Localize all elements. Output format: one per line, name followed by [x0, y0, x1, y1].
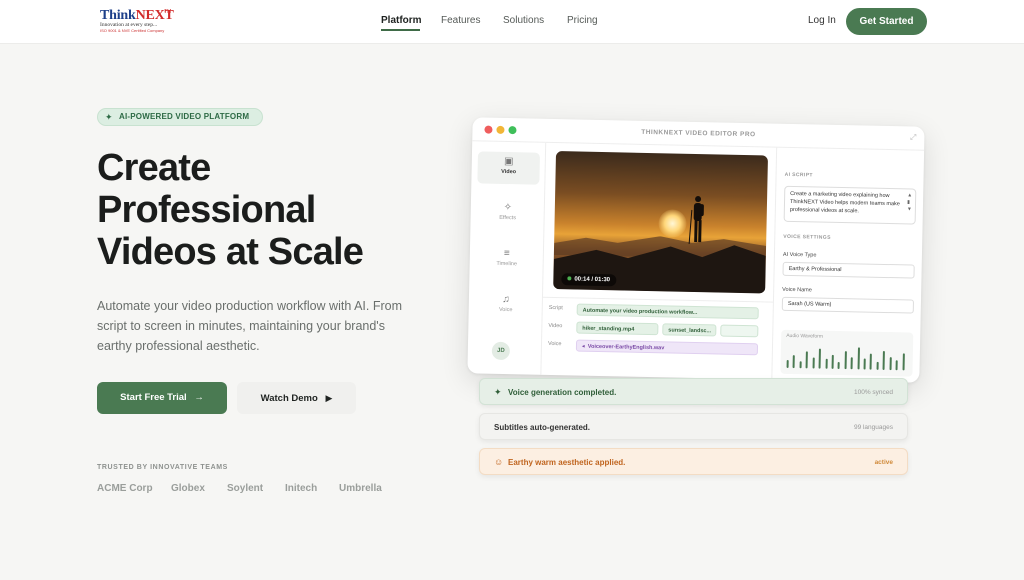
waveform-bar — [895, 360, 898, 371]
waveform-bar — [844, 351, 847, 370]
hero-subtext: Automate your video production workflow … — [97, 299, 402, 353]
login-link[interactable]: Log In — [808, 15, 836, 26]
waveform-bar — [812, 357, 815, 369]
waveform-bar — [889, 356, 892, 371]
video-preview[interactable]: 00:14 / 01:30 — [553, 151, 768, 294]
status-card-aesthetic: ☺ Earthy warm aesthetic applied. active — [479, 448, 908, 475]
avatar[interactable]: JD — [491, 341, 511, 361]
voice-name-field[interactable]: Sarah (US Warm) — [781, 296, 915, 314]
nav-link-features[interactable]: Features — [441, 15, 480, 26]
watch-demo-button[interactable]: Watch Demo ▶ — [237, 382, 356, 414]
waveform-bar — [818, 348, 822, 369]
video-clip-empty[interactable] — [720, 324, 759, 338]
waveform-bars — [786, 344, 909, 371]
sun-glow — [658, 209, 687, 238]
status-card-voice: ✦ Voice generation completed. 100% synce… — [479, 378, 908, 405]
active-nav-indicator — [381, 29, 420, 31]
film-icon: ▣ — [503, 155, 514, 168]
waveform-bar — [786, 359, 789, 368]
sidebar-item-voice[interactable]: ♫ Voice — [474, 289, 537, 322]
timeline-icon: ≡ — [503, 247, 510, 260]
ai-platform-badge: ✦ AI-POWERED VIDEO PLATFORM — [97, 108, 263, 126]
nav-link-pricing[interactable]: Pricing — [567, 15, 598, 26]
expand-icon[interactable]: ⤢ — [910, 132, 917, 142]
arrow-right-icon: → — [194, 392, 204, 403]
sparkle-icon: ✧ — [503, 201, 513, 214]
script-clip[interactable]: Automate your video production workflow.… — [576, 303, 759, 320]
video-clip[interactable]: sunset_landsc... — [662, 323, 717, 337]
waveform-icon: ◂ — [581, 343, 585, 350]
hero-headline: Create Professional Videos at Scale — [97, 147, 364, 273]
brand-logo: ACME Corp — [97, 483, 153, 494]
waveform-bar — [831, 354, 834, 369]
ai-script-input[interactable]: Create a marketing video explaining how … — [783, 185, 917, 225]
sidebar-item-video[interactable]: ▣ Video — [477, 151, 541, 185]
video-clip[interactable]: hiker_standing.mp4 — [576, 321, 659, 336]
waveform-bar — [857, 347, 860, 370]
editor-sidebar: ▣ Video ✧ Effects ≡ Timeline ♫ Voice JD — [467, 141, 547, 375]
trusted-label: TRUSTED BY INNOVATIVE TEAMS — [97, 464, 228, 471]
playback-time: 00:14 / 01:30 — [561, 273, 617, 287]
voice-clip[interactable]: ◂ Voiceover-EarthyEnglish.wav — [575, 339, 759, 356]
brand-logo: Globex — [171, 483, 205, 494]
mic-icon: ♫ — [502, 293, 510, 306]
playing-indicator — [567, 276, 572, 281]
top-nav: ThinkNEXT TM Innovation at every step...… — [0, 0, 1024, 44]
waveform-bar — [863, 358, 866, 370]
brand-logo: Umbrella — [339, 483, 382, 494]
waveform-bar — [882, 350, 886, 370]
waveform-bar — [805, 351, 809, 369]
waveform-bar — [792, 354, 796, 369]
sidebar-item-effects[interactable]: ✧ Effects — [476, 197, 539, 230]
waveform-bar — [825, 359, 828, 369]
get-started-button[interactable]: Get Started — [846, 8, 927, 35]
voice-type-field[interactable]: Earthy & Professional — [782, 261, 915, 279]
audio-waveform: Audio Waveform — [780, 329, 914, 377]
start-free-trial-button[interactable]: Start Free Trial → — [97, 382, 227, 414]
thinknext-logo[interactable]: ThinkNEXT TM Innovation at every step...… — [100, 8, 174, 36]
video-editor-preview: THINKNEXT VIDEO EDITOR PRO ⤢ ▣ Video ✧ E… — [467, 117, 925, 383]
brand-logo: Initech — [285, 483, 318, 494]
waveform-bar — [837, 361, 841, 370]
waveform-bar — [876, 361, 879, 370]
nav-link-solutions[interactable]: Solutions — [503, 15, 544, 26]
waveform-bar — [902, 353, 905, 371]
brand-logo: Soylent — [227, 483, 264, 494]
waveform-bar — [870, 354, 873, 370]
waveform-bar — [850, 357, 853, 370]
nav-link-platform[interactable]: Platform — [381, 15, 422, 26]
status-card-subtitles: Subtitles auto-generated. 99 languages — [479, 413, 908, 440]
timeline-tracks: Script Video Voice Automate your video p… — [541, 296, 773, 380]
play-icon: ▶ — [325, 393, 333, 403]
smile-icon: ☺ — [494, 457, 504, 467]
scrollbar[interactable]: ▲ ▮ ▼ — [907, 192, 912, 213]
hiker-silhouette — [688, 196, 704, 244]
sparkle-icon: ✦ — [105, 112, 113, 122]
sparkle-icon: ✦ — [494, 387, 502, 397]
sidebar-item-timeline[interactable]: ≡ Timeline — [475, 243, 538, 276]
waveform-bar — [799, 361, 802, 369]
editor-settings-panel: AI SCRIPT Create a marketing video expla… — [771, 147, 925, 383]
